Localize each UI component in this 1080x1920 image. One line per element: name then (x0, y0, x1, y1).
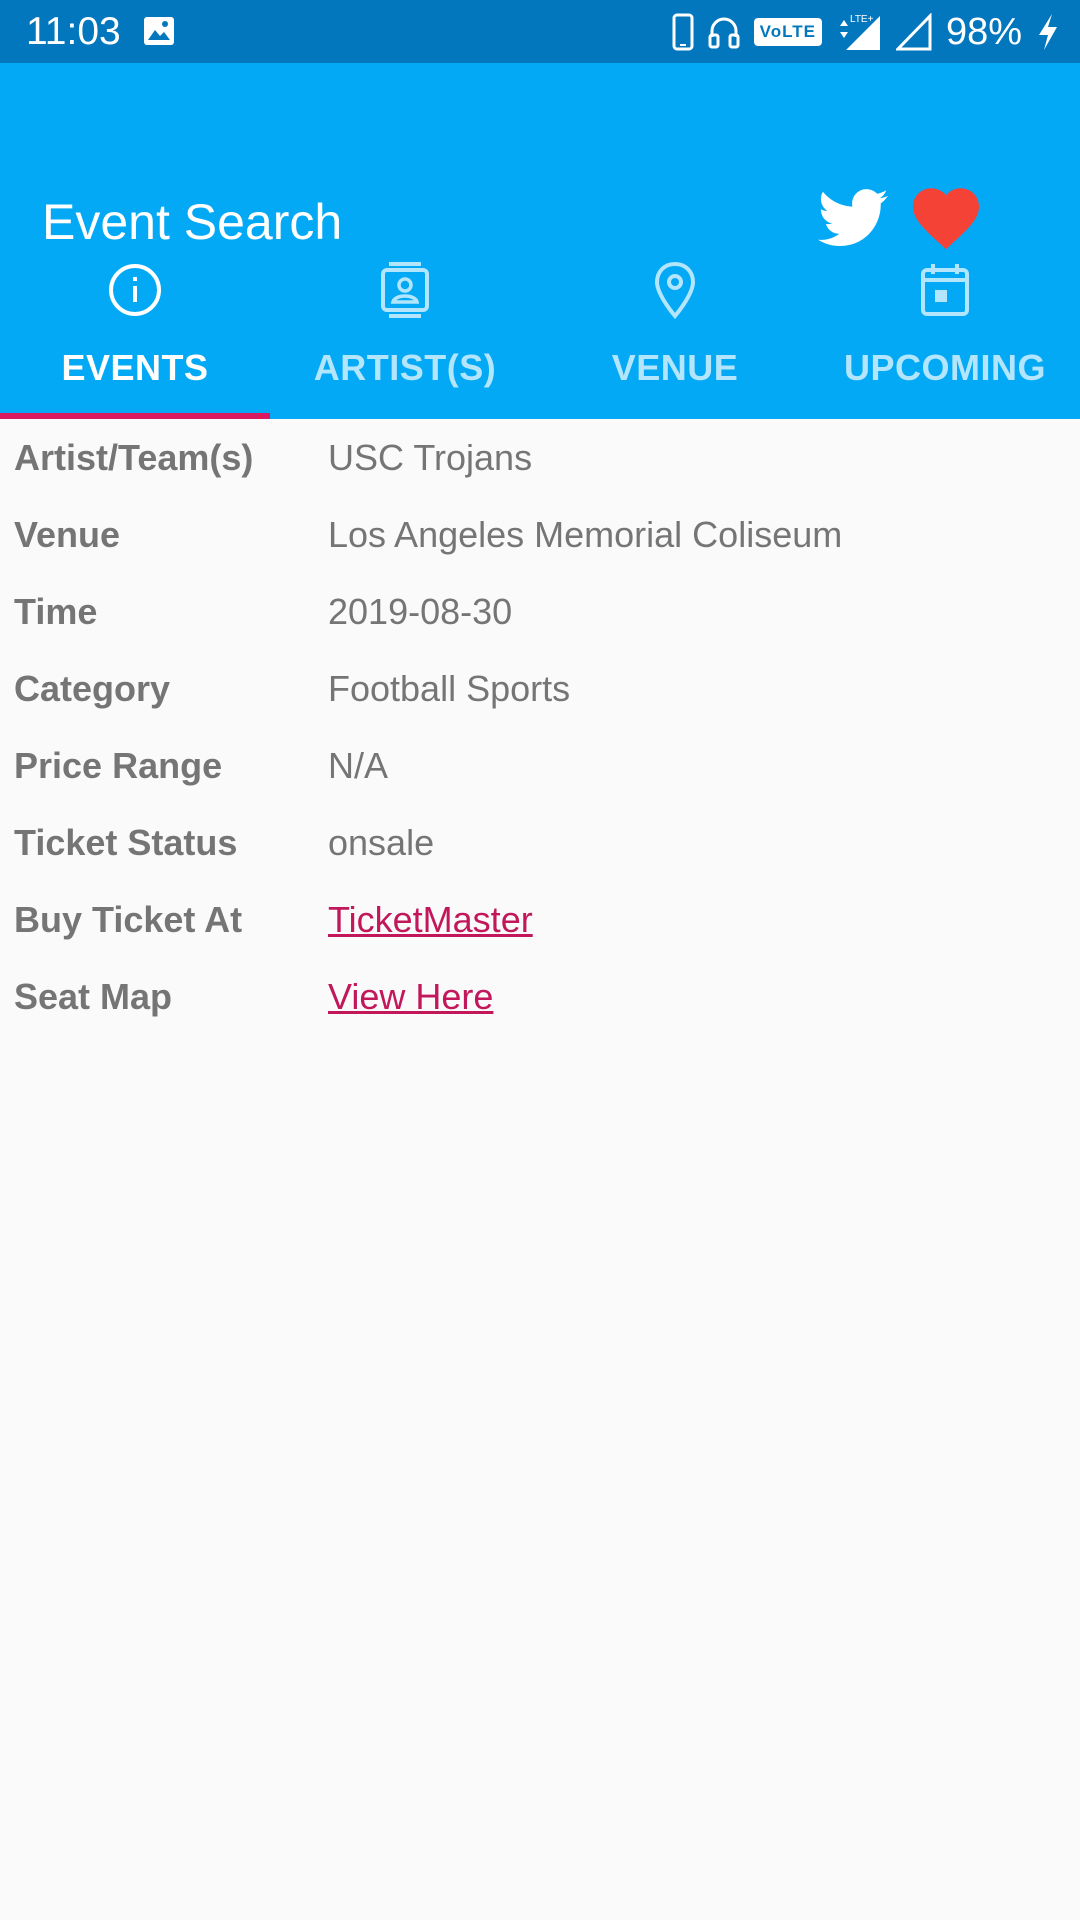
detail-value: N/A (328, 745, 389, 786)
signal-icon (895, 13, 932, 51)
detail-value: Los Angeles Memorial Coliseum (328, 514, 843, 555)
seat-map-link[interactable]: View Here (328, 976, 493, 1018)
detail-row-category: Category Football Sports (0, 663, 1080, 740)
detail-label: Artist/Team(s) (14, 437, 254, 478)
tab-artists[interactable]: ARTIST(S) (270, 240, 540, 419)
detail-row-artist: Artist/Team(s) USC Trojans (0, 432, 1080, 509)
tab-upcoming[interactable]: UPCOMING (810, 240, 1080, 419)
contact-card-icon (381, 262, 429, 318)
info-icon (109, 264, 161, 316)
tab-bar: EVENTS ARTIST(S) VENUE UPCOMING (0, 240, 1080, 419)
tab-label: EVENTS (61, 347, 209, 388)
tab-label: ARTIST(S) (313, 347, 497, 388)
status-time: 11:03 (26, 10, 121, 53)
detail-value: Football Sports (328, 668, 571, 709)
status-bar: 11:03 VoLTE LTE+ 98% (0, 0, 1080, 63)
detail-label: Seat Map (14, 976, 173, 1017)
svg-text:LTE+: LTE+ (850, 14, 874, 25)
location-pin-icon (654, 261, 696, 320)
signal-lte-icon: LTE+ (839, 14, 880, 50)
battery-percent: 98% (945, 10, 1022, 53)
ticketmaster-link[interactable]: TicketMaster (328, 899, 533, 941)
detail-row-price-range: Price Range N/A (0, 740, 1080, 817)
tab-label: UPCOMING (844, 347, 1046, 388)
detail-label: Buy Ticket At (14, 899, 243, 940)
charging-icon (1039, 14, 1057, 50)
volte-icon: VoLTE (753, 18, 822, 46)
detail-value: USC Trojans (328, 437, 533, 478)
headphones-icon (708, 17, 740, 49)
tab-label: VENUE (611, 347, 739, 388)
tab-events[interactable]: EVENTS (0, 240, 270, 419)
detail-label: Venue (14, 514, 121, 555)
detail-row-buy-ticket: Buy Ticket At TicketMaster (0, 894, 1080, 971)
event-details: Artist/Team(s) USC Trojans Venue Los Ang… (0, 432, 1080, 1048)
calendar-icon (921, 264, 969, 316)
detail-row-seat-map: Seat Map View Here (0, 971, 1080, 1048)
detail-row-venue: Venue Los Angeles Memorial Coliseum (0, 509, 1080, 586)
detail-row-time: Time 2019-08-30 (0, 586, 1080, 663)
image-icon (144, 17, 174, 45)
detail-label: Price Range (14, 745, 223, 786)
detail-label: Ticket Status (14, 822, 238, 863)
detail-row-ticket-status: Ticket Status onsale (0, 817, 1080, 894)
detail-label: Time (14, 591, 98, 632)
status-icons: VoLTE LTE+ 98% (672, 8, 1060, 56)
tab-venue[interactable]: VENUE (540, 240, 810, 419)
tab-indicator (0, 413, 270, 419)
detail-label: Category (14, 668, 171, 709)
detail-value: onsale (328, 822, 435, 863)
phone-icon (672, 13, 694, 51)
app-bar: Event Search EVENTS ARTIST(S) VENUE UPCO… (0, 63, 1080, 419)
detail-value: 2019-08-30 (328, 591, 513, 632)
